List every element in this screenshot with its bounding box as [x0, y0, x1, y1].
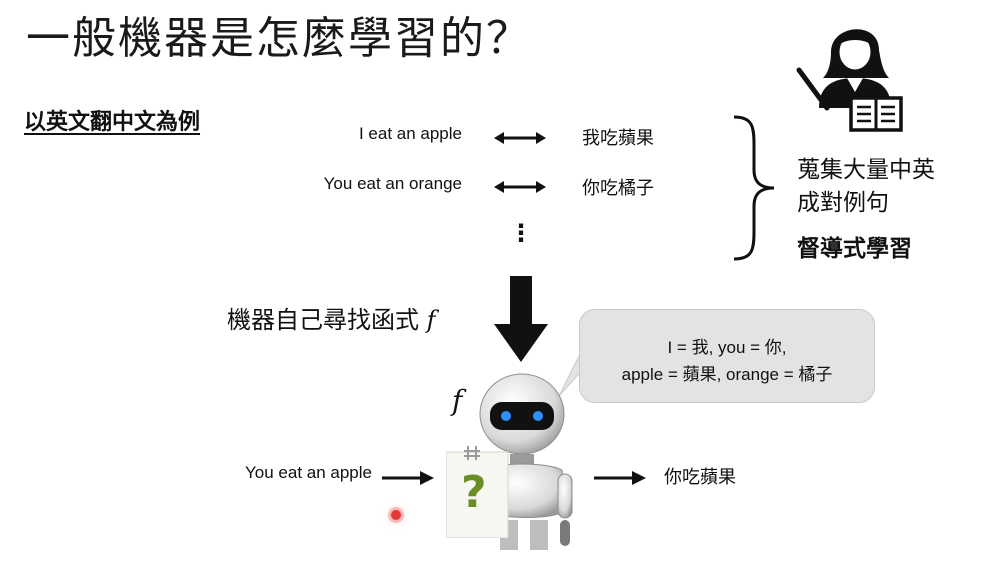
example-output: 你吃蘋果 [664, 467, 736, 488]
pair-2-chinese: 你吃橘子 [582, 178, 654, 199]
note-line-1: 蒐集大量中英 [797, 157, 935, 183]
teacher-icon [796, 29, 903, 132]
slide-title: 一般機器是怎麼學習的？ [26, 13, 532, 64]
vertical-ellipsis: ⋮ [509, 219, 533, 247]
function-symbol: f [426, 306, 436, 334]
double-arrow-icon [494, 181, 546, 193]
example-input: You eat an apple [245, 463, 372, 482]
pair-1-english: I eat an apple [358, 124, 462, 143]
machine-finds-function-text: 機器自己尋找函式 f [227, 300, 436, 335]
pair-1-chinese: 我吃蘋果 [582, 128, 654, 149]
finder-label: 機器自己尋找函式 [227, 306, 427, 334]
down-arrow-icon [494, 276, 548, 362]
double-arrow-icon [494, 132, 546, 144]
right-brace-icon [733, 115, 775, 261]
question-mark: ? [461, 467, 487, 518]
speech-bubble: I = 我, you = 你, apple = 蘋果, orange = 橘子 [579, 309, 875, 403]
slide-subtitle: 以英文翻中文為例 [24, 110, 201, 135]
note-line-2: 成對例句 [797, 190, 889, 216]
bubble-line-2: apple = 蘋果, orange = 橘子 [621, 365, 833, 384]
robot-function-symbol: f [452, 384, 463, 417]
right-arrow-icon [382, 471, 434, 485]
pair-2-english: You eat an orange [323, 174, 462, 193]
right-arrow-icon [594, 471, 646, 485]
note-supervised-learning: 督導式學習 [797, 236, 912, 262]
laser-pointer-dot [391, 510, 401, 520]
bubble-line-1: I = 我, you = 你, [667, 338, 787, 357]
